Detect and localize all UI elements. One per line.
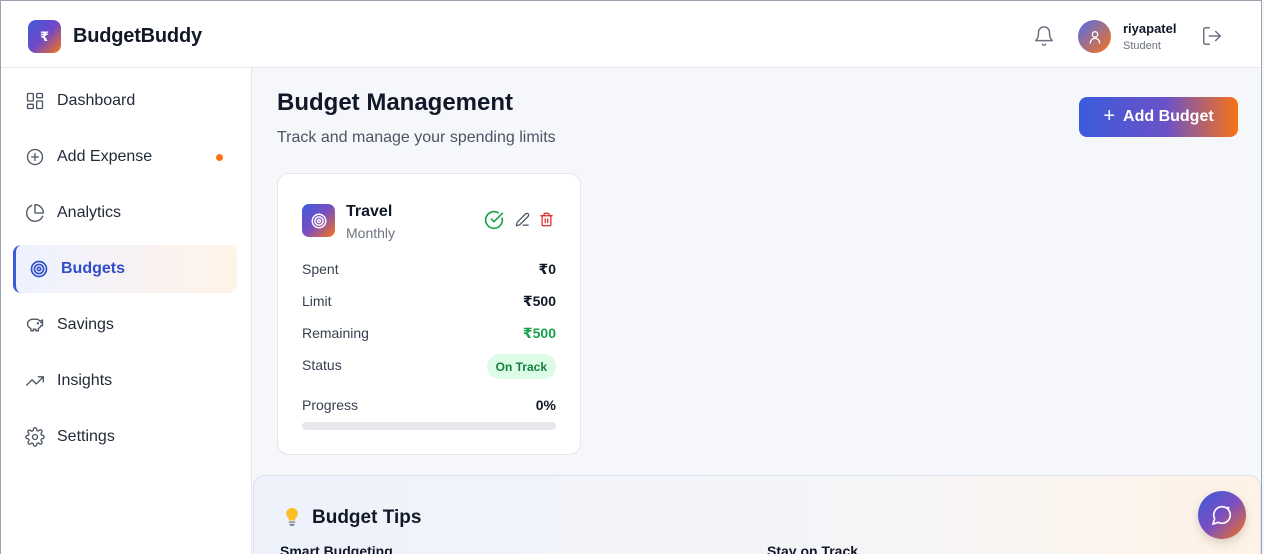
progress-bar <box>302 422 556 430</box>
sidebar-item-label: Dashboard <box>57 92 136 109</box>
sidebar-item-savings[interactable]: Savings <box>13 301 237 349</box>
progress-value: 0% <box>535 397 556 413</box>
budget-category: Travel <box>346 203 393 220</box>
piggy-bank-icon <box>26 318 44 332</box>
notification-dot <box>216 154 223 161</box>
limit-label: Limit <box>302 293 332 309</box>
bell-icon[interactable] <box>1033 25 1055 47</box>
check-circle-icon[interactable] <box>484 210 504 230</box>
sidebar-item-label: Add Expense <box>57 148 153 165</box>
tip-heading: Stay on Track <box>767 543 859 554</box>
pie-chart-icon <box>26 204 44 222</box>
remaining-label: Remaining <box>302 325 369 341</box>
dashboard-grid-icon <box>26 92 44 110</box>
chat-button[interactable] <box>1198 491 1246 539</box>
budget-card: Travel Monthly Spent ₹0 Limit ₹500 Remai… <box>277 173 581 455</box>
status-badge: On Track <box>486 354 556 379</box>
sidebar-item-label: Settings <box>57 428 115 445</box>
sidebar-item-add-expense[interactable]: Add Expense <box>13 133 237 181</box>
trending-up-icon <box>26 376 44 386</box>
trash-icon[interactable] <box>539 212 554 227</box>
logo-icon: ₹ <box>28 20 61 53</box>
budget-period: Monthly <box>346 225 396 241</box>
sidebar-item-label: Analytics <box>57 204 122 221</box>
progress-label: Progress <box>302 397 359 413</box>
user-name: riyapatel <box>1123 21 1177 36</box>
top-header: ₹ BudgetBuddy riyapatel Student <box>1 1 1261 68</box>
sidebar-item-analytics[interactable]: Analytics <box>13 189 237 237</box>
budget-tips-panel: Budget Tips Smart Budgeting Stay on Trac… <box>253 475 1261 554</box>
sidebar-item-dashboard[interactable]: Dashboard <box>13 77 237 125</box>
tips-title: Budget Tips <box>312 507 422 528</box>
sidebar-item-settings[interactable]: Settings <box>13 413 237 461</box>
plus-icon: + <box>1103 105 1116 127</box>
target-icon <box>311 213 326 228</box>
edit-pencil-icon[interactable] <box>515 212 530 227</box>
sidebar-item-label: Insights <box>57 372 113 389</box>
gear-icon <box>25 427 45 447</box>
app-window: ₹ BudgetBuddy riyapatel Student Dashboar… <box>0 0 1262 554</box>
spent-value: ₹0 <box>538 261 556 277</box>
logout-icon[interactable] <box>1201 25 1223 47</box>
lightbulb-icon <box>286 507 298 526</box>
avatar[interactable] <box>1078 20 1111 53</box>
target-icon <box>30 260 48 278</box>
user-icon <box>1089 30 1100 44</box>
tip-heading: Smart Budgeting <box>280 543 393 554</box>
add-budget-button[interactable]: + Add Budget <box>1079 97 1238 137</box>
limit-value: ₹500 <box>522 293 556 309</box>
sidebar-item-budgets[interactable]: Budgets <box>13 245 237 293</box>
remaining-value: ₹500 <box>522 325 556 341</box>
page-title: Budget Management <box>277 89 514 116</box>
sidebar-item-label: Budgets <box>61 260 125 277</box>
page-subtitle: Track and manage your spending limits <box>277 129 556 146</box>
sidebar-item-insights[interactable]: Insights <box>13 357 237 405</box>
status-label: Status <box>302 357 342 373</box>
user-role: Student <box>1123 40 1161 52</box>
add-budget-label: Add Budget <box>1123 108 1214 125</box>
sidebar-item-label: Savings <box>57 316 114 333</box>
category-icon <box>302 204 335 237</box>
app-name: BudgetBuddy <box>73 25 202 47</box>
sidebar: Dashboard Add Expense Analytics Budgets … <box>1 68 252 554</box>
spent-label: Spent <box>302 261 339 277</box>
plus-circle-icon <box>26 148 44 166</box>
chat-bubble-icon <box>1212 505 1232 525</box>
